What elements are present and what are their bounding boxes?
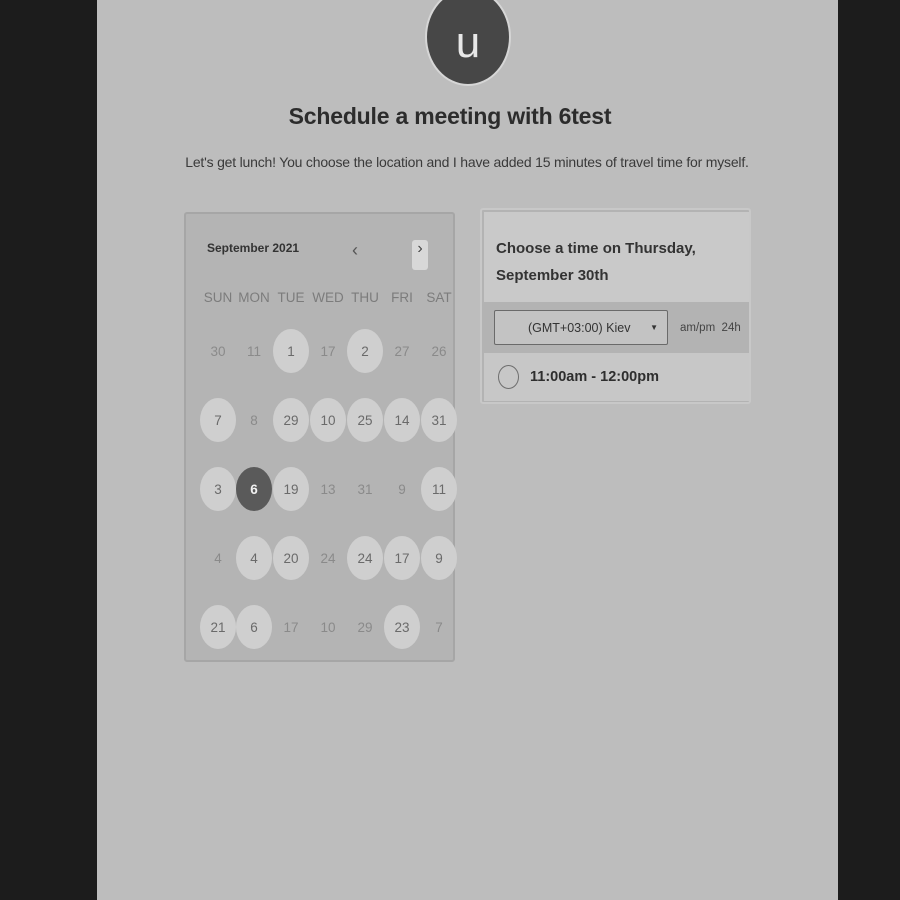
chevron-right-icon[interactable]: › [412,240,428,270]
calendar-day: 30 [210,343,226,359]
weekday-label: THU [351,290,379,305]
caret-down-icon: ▼ [650,323,658,332]
calendar-day[interactable]: 31 [421,398,457,442]
calendar-day[interactable]: 11 [421,467,457,511]
chevron-left-icon[interactable]: ‹ [352,240,358,261]
calendar-day: 7 [435,619,443,635]
calendar-day[interactable]: 3 [200,467,236,511]
calendar-day: 24 [320,550,336,566]
calendar-day: 27 [394,343,410,359]
calendar-day[interactable]: 19 [273,467,309,511]
calendar-day: 31 [357,481,373,497]
weekday-label: SUN [203,290,233,305]
avatar-initial: u [455,18,481,67]
calendar-day: 9 [398,481,406,497]
calendar-day[interactable]: 21 [200,605,236,649]
calendar-day[interactable]: 10 [310,398,346,442]
calendar-day[interactable]: 24 [347,536,383,580]
weekday-label: WED [312,290,344,305]
calendar-day[interactable]: 2 [347,329,383,373]
weekday-label: SAT [426,290,452,305]
calendar-day[interactable]: 6 [236,605,272,649]
time-format-toggle: am/pm 24h [680,322,741,334]
weekday-label: FRI [391,290,413,305]
calendar-day-selected[interactable]: 6 [236,467,272,511]
format-24h-option[interactable]: 24h [722,322,741,334]
calendar-day: 17 [283,619,299,635]
calendar-day: 17 [320,343,336,359]
format-12h-option[interactable]: am/pm [680,322,715,334]
calendar-day: 4 [214,550,222,566]
timezone-select[interactable]: (GMT+03:00) Kiev ▼ [494,310,668,345]
calendar-day[interactable]: 7 [200,398,236,442]
calendar-day: 29 [357,619,373,635]
calendar-day[interactable]: 4 [236,536,272,580]
time-selection-heading: Choose a time on Thursday, September 30t… [484,212,749,302]
calendar-day: 13 [320,481,336,497]
weekday-label: TUE [277,290,305,305]
weekday-label: MON [238,290,270,305]
calendar-day[interactable]: 29 [273,398,309,442]
calendar-day[interactable]: 14 [384,398,420,442]
calendar-day[interactable]: 17 [384,536,420,580]
calendar-day: 11 [246,343,261,359]
page-title: Schedule a meeting with 6test [288,103,612,129]
calendar-month-label: September 2021 [207,241,300,255]
calendar-day[interactable]: 1 [273,329,309,373]
calendar-day[interactable]: 20 [273,536,309,580]
calendar-day[interactable]: 9 [421,536,457,580]
time-slot-label: 11:00am - 12:00pm [530,369,659,385]
calendar-day: 10 [320,619,336,635]
event-description: Let's get lunch! You choose the location… [185,154,749,170]
calendar-day: 8 [250,412,258,428]
calendar-day[interactable]: 23 [384,605,420,649]
time-slot-option[interactable]: 11:00am - 12:00pm [484,353,749,401]
calendar: September 2021 ‹ › SUN MON TUE WED THU FRI SAT… [184,212,457,662]
calendar-day[interactable]: 25 [347,398,383,442]
calendar-day: 26 [431,343,447,359]
timezone-value: (GMT+03:00) Kiev [528,320,631,335]
radio-icon[interactable] [498,365,519,389]
time-selection-panel: Choose a time on Thursday, September 30t… [480,208,751,404]
